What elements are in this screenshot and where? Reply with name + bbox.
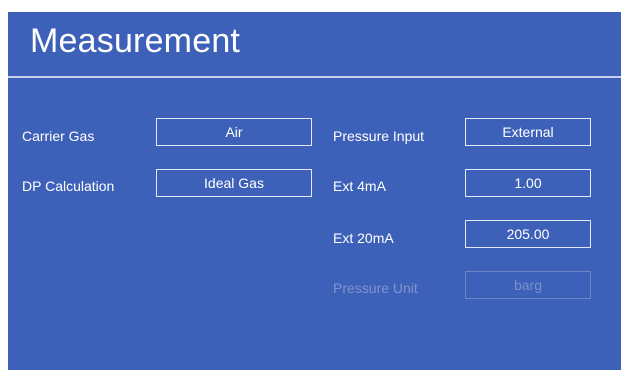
ext-20ma-label: Ext 20mA xyxy=(333,230,394,246)
pressure-unit-label: Pressure Unit xyxy=(333,280,418,296)
header-bar: Measurement xyxy=(8,12,621,76)
dp-calculation-field[interactable]: Ideal Gas xyxy=(156,169,312,197)
pressure-input-field[interactable]: External xyxy=(465,118,591,146)
ext-20ma-field[interactable]: 205.00 xyxy=(465,220,591,248)
ext-4ma-label: Ext 4mA xyxy=(333,178,386,194)
dp-calculation-label: DP Calculation xyxy=(22,178,115,194)
pressure-input-label: Pressure Input xyxy=(333,128,425,144)
carrier-gas-field[interactable]: Air xyxy=(156,118,312,146)
header-divider xyxy=(8,76,621,78)
measurement-screen: Measurement Carrier Gas Air DP Calculati… xyxy=(8,12,621,370)
carrier-gas-label: Carrier Gas xyxy=(22,128,95,144)
page-title: Measurement xyxy=(30,22,241,60)
pressure-unit-field: barg xyxy=(465,271,591,299)
ext-4ma-field[interactable]: 1.00 xyxy=(465,169,591,197)
